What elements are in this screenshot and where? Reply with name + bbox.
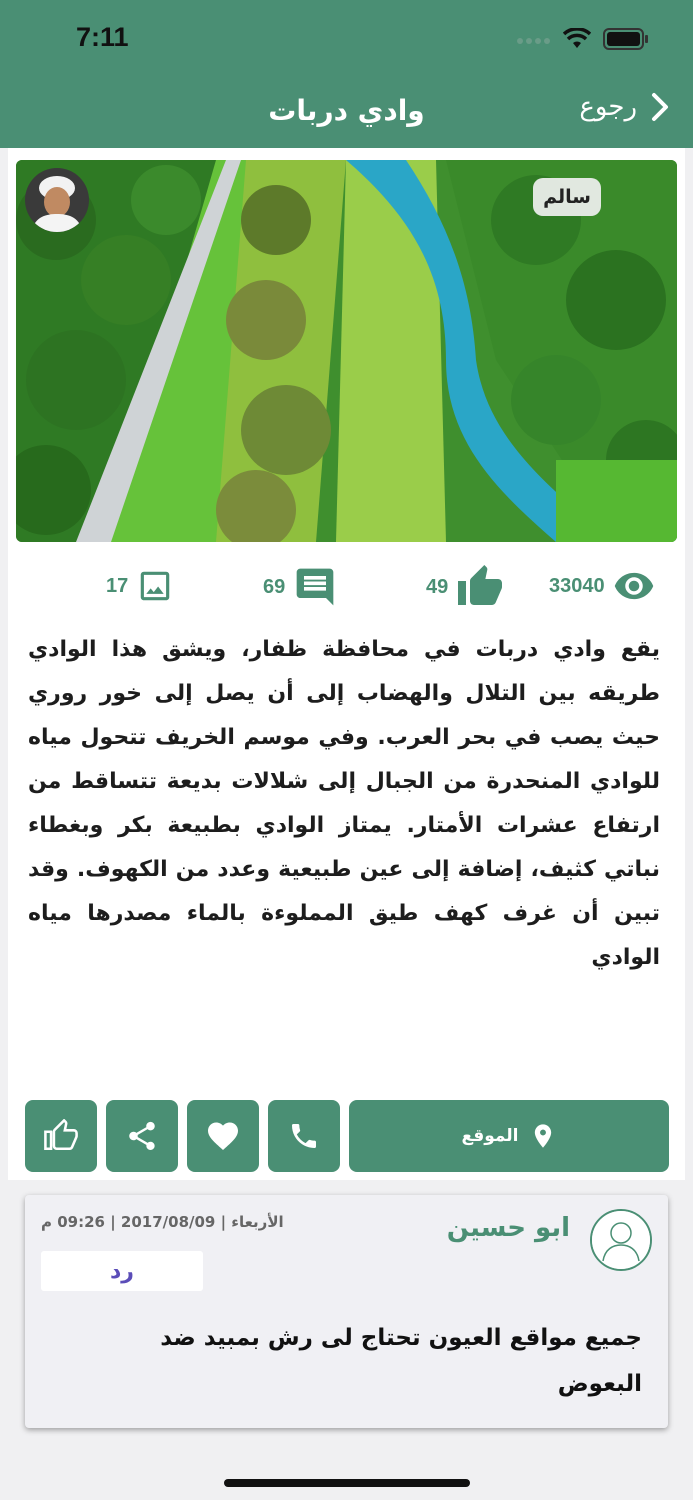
- battery-icon: [603, 28, 648, 50]
- heart-icon: [208, 1122, 238, 1151]
- photos-stat[interactable]: 17: [106, 567, 174, 605]
- chevron-right-icon: [652, 93, 668, 121]
- eye-icon: [614, 572, 653, 600]
- phone-icon: [292, 1124, 316, 1148]
- person-photo-icon: [25, 168, 89, 232]
- stats-row: 17 69 49 33040: [8, 563, 685, 613]
- wifi-icon: [563, 28, 591, 48]
- likes-count: 49: [426, 575, 449, 598]
- comment-icon: [296, 568, 334, 606]
- post-card: سالم 17 69 49 33040 يقع وادي دربات في مح…: [8, 148, 685, 1180]
- comments-count: 69: [263, 575, 286, 598]
- thumbs-up-icon: [458, 565, 503, 605]
- home-indicator[interactable]: [224, 1479, 470, 1487]
- user-placeholder-icon: [592, 1211, 650, 1269]
- signal-icon: [517, 38, 550, 44]
- likes-stat[interactable]: 49: [426, 563, 504, 611]
- commenter-name: ابو حسين: [446, 1213, 570, 1243]
- comment-date: الأربعاء | 2017/08/09 | 09:26 م: [41, 1213, 284, 1231]
- like-button[interactable]: [25, 1100, 97, 1172]
- views-stat: 33040: [549, 565, 655, 607]
- image-icon: [141, 571, 170, 601]
- photos-count: 17: [106, 574, 129, 597]
- share-icon: [129, 1121, 155, 1151]
- call-button[interactable]: [268, 1100, 340, 1172]
- comments-stat[interactable]: 69: [263, 565, 337, 609]
- views-count: 33040: [549, 574, 605, 597]
- status-icons: [517, 28, 649, 50]
- location-button[interactable]: الموقع: [349, 1100, 669, 1172]
- comment-text: جميع مواقع العيون تحتاج لى رش بمبيد ضد ا…: [160, 1325, 642, 1397]
- app-header: 7:11 وادي دربات رجوع: [0, 0, 693, 148]
- map-pin-icon: [534, 1124, 551, 1148]
- hero-image[interactable]: سالم: [16, 160, 677, 542]
- author-avatar[interactable]: [25, 168, 89, 232]
- share-button[interactable]: [106, 1100, 178, 1172]
- post-description: يقع وادي دربات في محافظة ظفار، ويشق هذا …: [28, 637, 660, 970]
- favorite-button[interactable]: [187, 1100, 259, 1172]
- author-name-badge[interactable]: سالم: [533, 178, 601, 216]
- valley-photo: [16, 160, 677, 542]
- back-label: رجوع: [579, 92, 637, 122]
- thumbs-up-icon: [44, 1119, 78, 1151]
- location-label: الموقع: [461, 1126, 519, 1146]
- reply-button[interactable]: رد: [41, 1251, 203, 1291]
- comment-card: ابو حسين الأربعاء | 2017/08/09 | 09:26 م…: [25, 1195, 668, 1428]
- status-time: 7:11: [76, 22, 129, 52]
- back-button[interactable]: رجوع: [579, 92, 669, 122]
- action-bar: الموقع: [25, 1100, 669, 1172]
- commenter-avatar: [590, 1209, 652, 1271]
